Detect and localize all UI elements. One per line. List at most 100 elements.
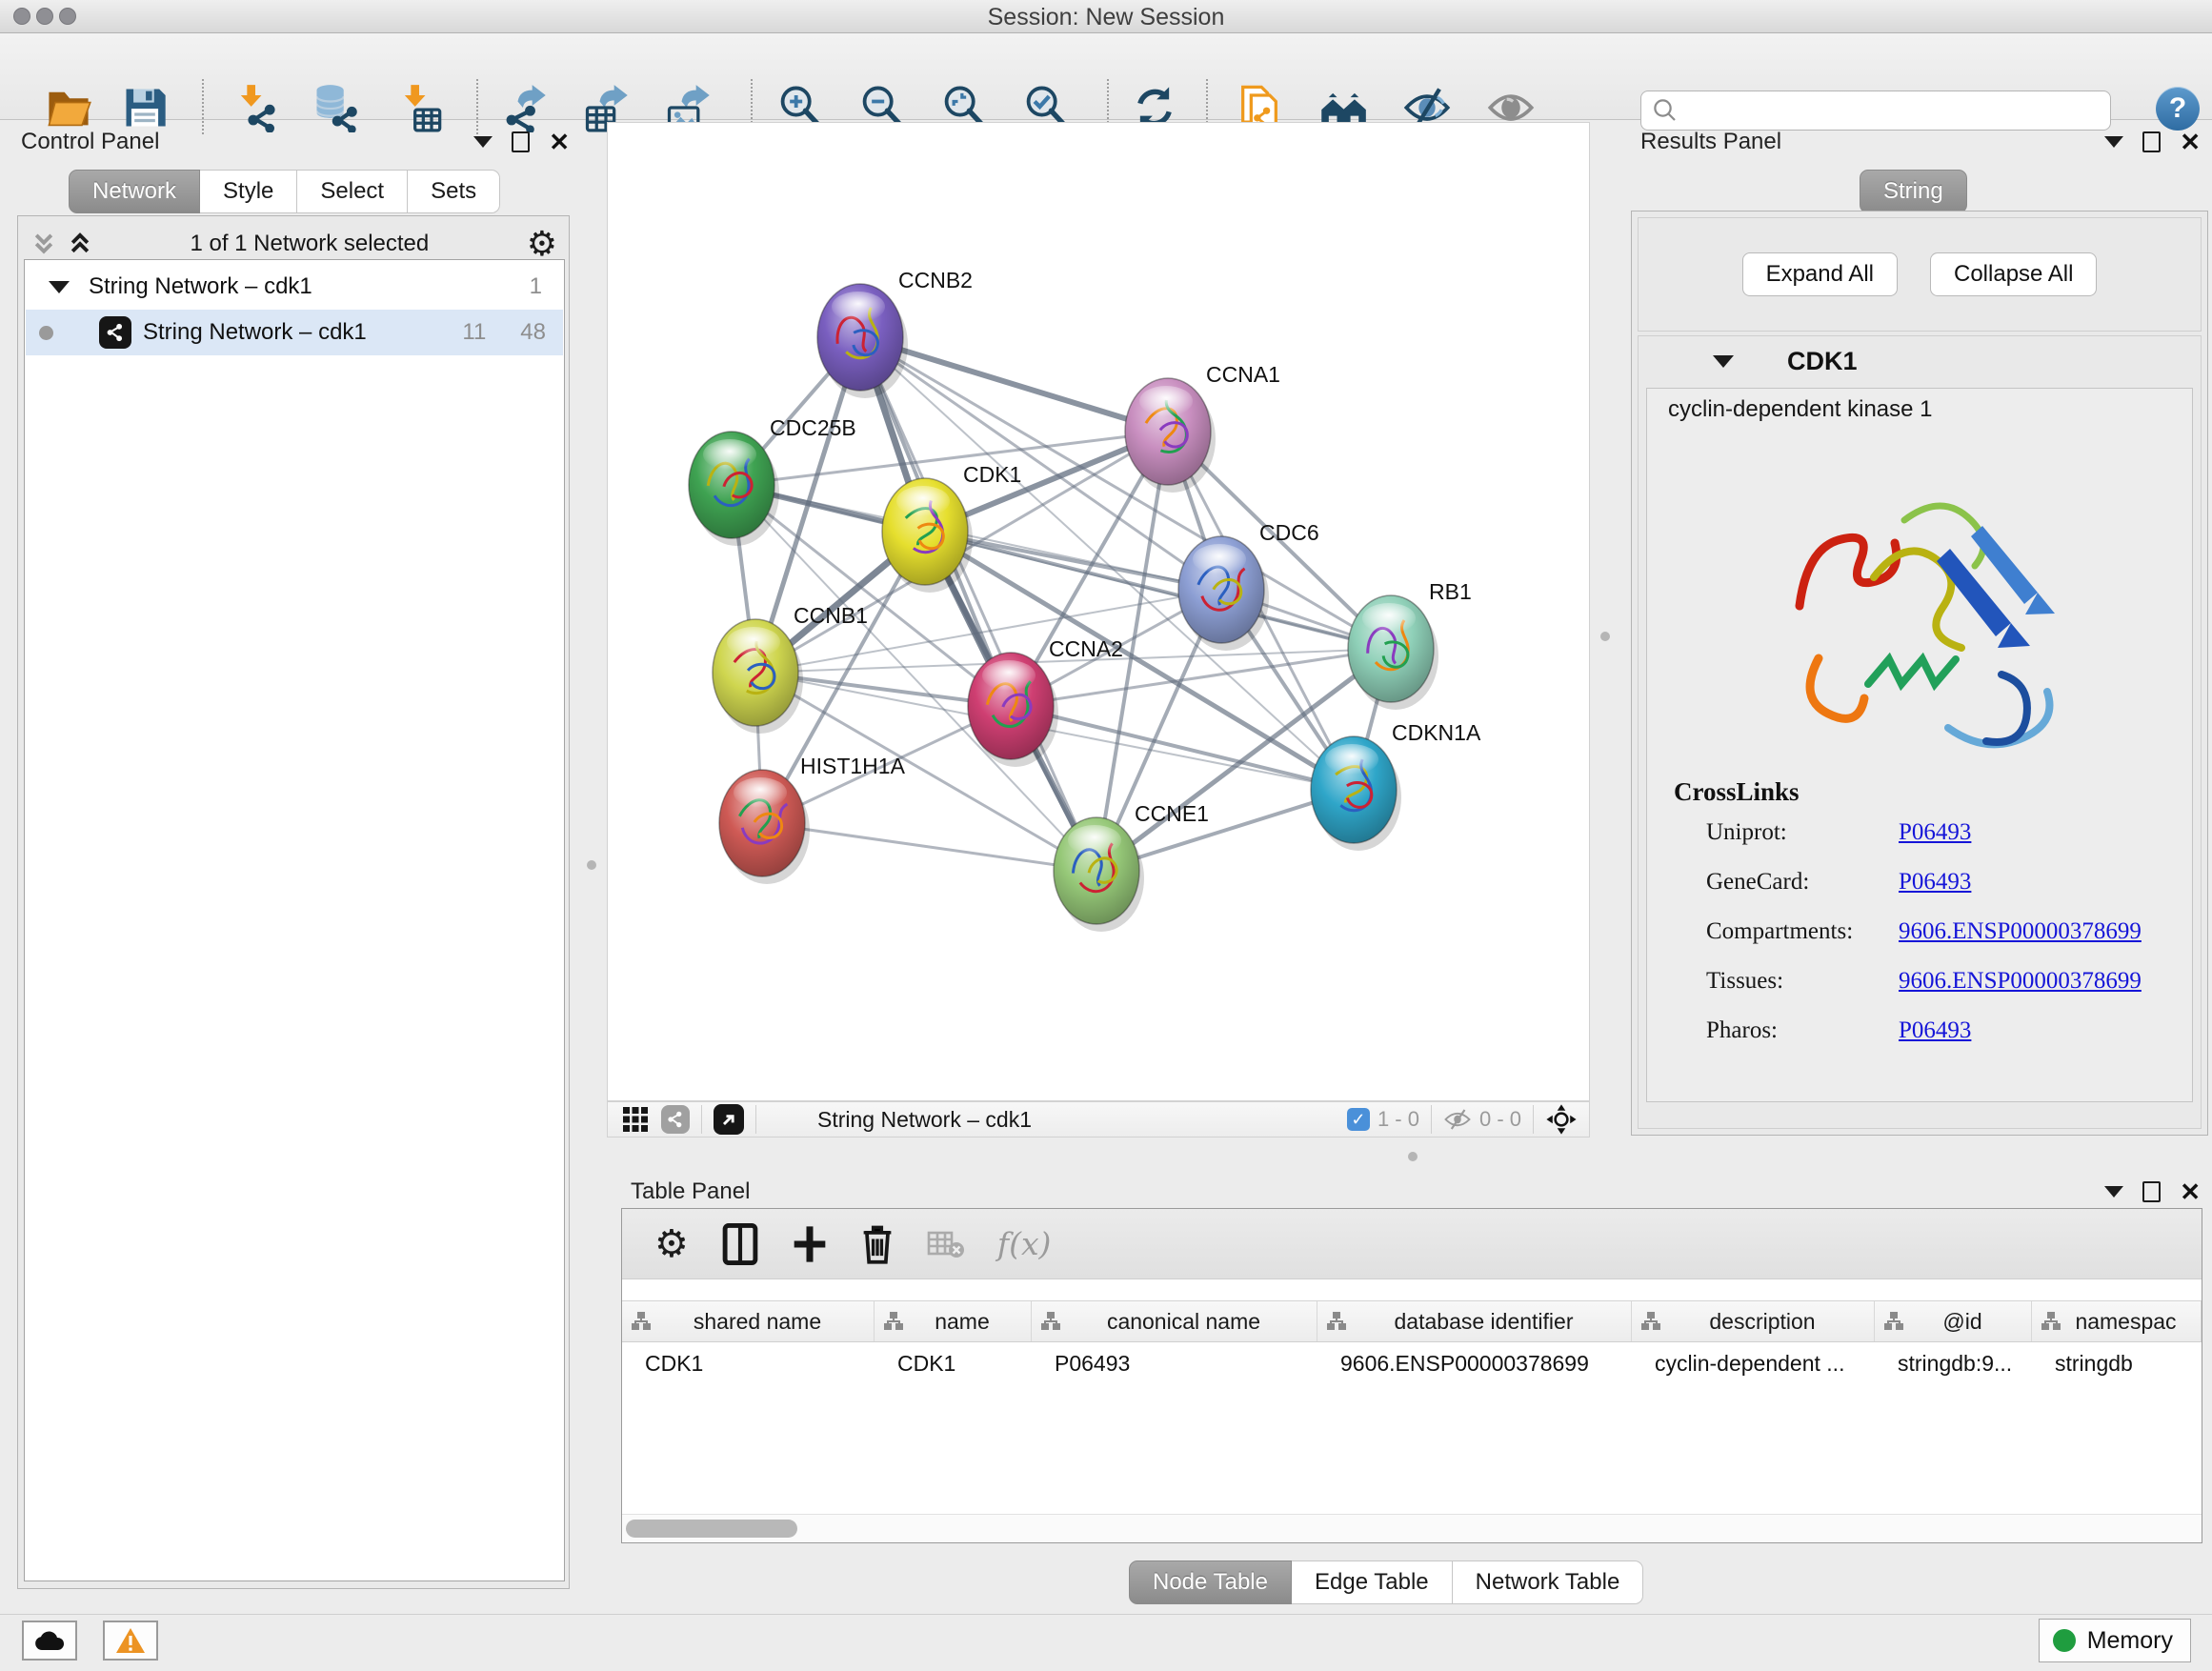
import-network-file-icon[interactable]	[231, 83, 280, 132]
table-header-row: shared namenamecanonical namedatabase id…	[622, 1300, 2202, 1342]
bottom-splitter-handle[interactable]	[1408, 1152, 1418, 1161]
search-input[interactable]	[1685, 94, 2110, 127]
cloud-status-button[interactable]	[22, 1621, 77, 1661]
node-label-CDKN1A: CDKN1A	[1392, 720, 1481, 745]
column-header-1[interactable]: name	[875, 1301, 1032, 1341]
node-label-CCNA1: CCNA1	[1206, 362, 1280, 387]
grid-view-icon[interactable]	[621, 1105, 650, 1134]
search-field[interactable]	[1640, 91, 2111, 131]
table-options-gear-icon[interactable]: ⚙	[654, 1227, 689, 1261]
delete-table-icon-disabled	[927, 1228, 965, 1260]
network-row-selected[interactable]: String Network – cdk1 11 48	[26, 310, 563, 355]
gene-section-header[interactable]: CDK1	[1639, 336, 2201, 386]
tab-node-table[interactable]: Node Table	[1129, 1560, 1292, 1604]
crosslink-label: Tissues:	[1706, 968, 1783, 995]
network-view-toolbar: String Network – cdk1 ✓ 1 - 0 0 - 0	[607, 1101, 1590, 1137]
table-cell-1[interactable]: CDK1	[875, 1342, 1032, 1384]
node-CDC25B[interactable]: CDC25B	[689, 415, 856, 546]
tab-string[interactable]: String	[1860, 170, 1967, 213]
node-CCNB2[interactable]: CCNB2	[817, 268, 973, 398]
network-graph[interactable]: CCNB2 CCNA1 CDC25B CDK1 CDC6	[608, 123, 1589, 1100]
column-header-2[interactable]: canonical name	[1032, 1301, 1317, 1341]
expand-all-button[interactable]: Expand All	[1742, 252, 1898, 296]
uniprot-link[interactable]: P06493	[1899, 819, 1971, 846]
network-canvas[interactable]: CCNB2 CCNA1 CDC25B CDK1 CDC6	[607, 122, 1590, 1101]
edge-CDK1-RB1[interactable]	[925, 532, 1391, 649]
tissues-link[interactable]: 9606.ENSP00000378699	[1899, 968, 2142, 995]
horizontal-scrollbar[interactable]	[622, 1514, 2202, 1542]
table-cell-2[interactable]: P06493	[1032, 1342, 1317, 1384]
node-CDK1[interactable]: CDK1	[882, 462, 1021, 593]
table-cell-6[interactable]: stringdb	[2032, 1342, 2202, 1384]
birdseye-navigator-icon[interactable]	[1545, 1103, 1578, 1136]
close-panel-icon[interactable]: ✕	[2180, 132, 2201, 151]
table-tabs: Node Table Edge Table Network Table	[1129, 1560, 1643, 1604]
collapse-all-button[interactable]: Collapse All	[1930, 252, 2097, 296]
edge-HIST1H1A-CCNE1[interactable]	[762, 823, 1096, 871]
gene-details: cyclin-dependent kinase 1	[1646, 388, 2193, 1102]
network-collection-row[interactable]: String Network – cdk1 1	[26, 264, 563, 310]
tab-sets[interactable]: Sets	[408, 170, 500, 213]
tab-network-table[interactable]: Network Table	[1453, 1560, 1644, 1604]
node-CCNA1[interactable]: CCNA1	[1125, 362, 1280, 493]
edge-CCNB2-CCNE1[interactable]	[860, 337, 1096, 871]
selected-items-checkbox-icon[interactable]: ✓	[1347, 1108, 1370, 1131]
collection-expander-icon[interactable]	[49, 281, 70, 293]
column-header-4[interactable]: description	[1632, 1301, 1875, 1341]
node-CCNE1[interactable]: CCNE1	[1054, 801, 1209, 932]
gene-expander-icon[interactable]	[1713, 355, 1734, 368]
tab-select[interactable]: Select	[297, 170, 408, 213]
network-options-gear-icon[interactable]: ⚙	[527, 227, 557, 261]
table-cell-4[interactable]: cyclin-dependent ...	[1632, 1342, 1875, 1384]
save-session-icon[interactable]	[120, 83, 170, 132]
table-row[interactable]: CDK1CDK1P064939606.ENSP00000378699cyclin…	[622, 1342, 2202, 1384]
import-table-file-icon[interactable]	[394, 83, 444, 132]
table-cell-5[interactable]: stringdb:9...	[1875, 1342, 2032, 1384]
tab-style[interactable]: Style	[200, 170, 297, 213]
table-cell-0[interactable]: CDK1	[622, 1342, 875, 1384]
float-panel-icon[interactable]	[2104, 1186, 2123, 1198]
string-results-box: Expand All Collapse All CDK1 cyclin-depe…	[1631, 211, 2208, 1136]
node-CDKN1A[interactable]: CDKN1A	[1311, 720, 1481, 851]
right-splitter-handle[interactable]	[1600, 632, 1610, 641]
node-CDC6[interactable]: CDC6	[1178, 520, 1319, 651]
help-button[interactable]: ?	[2156, 87, 2200, 131]
scrollbar-thumb[interactable]	[626, 1520, 797, 1538]
node-table-container: ⚙ f(x) shared namenamecanonical namedata…	[621, 1208, 2202, 1543]
maximize-panel-icon[interactable]	[2142, 1181, 2161, 1202]
column-header-6[interactable]: namespac	[2032, 1301, 2202, 1341]
tab-edge-table[interactable]: Edge Table	[1292, 1560, 1453, 1604]
network-edge-count: 48	[520, 319, 546, 346]
maximize-panel-icon[interactable]	[512, 131, 530, 152]
column-header-3[interactable]: database identifier	[1317, 1301, 1632, 1341]
node-label-CCNE1: CCNE1	[1135, 801, 1209, 826]
close-panel-icon[interactable]: ✕	[2180, 1182, 2201, 1201]
detach-view-icon[interactable]	[714, 1104, 744, 1135]
add-column-icon[interactable]	[792, 1224, 828, 1264]
memory-button[interactable]: Memory	[2039, 1619, 2191, 1662]
left-splitter-handle[interactable]	[587, 860, 596, 870]
node-label-HIST1H1A: HIST1H1A	[800, 754, 906, 778]
network-thumbnail-icon[interactable]	[661, 1105, 690, 1134]
compartments-link[interactable]: 9606.ENSP00000378699	[1899, 918, 2142, 945]
open-session-icon[interactable]	[44, 83, 93, 132]
close-panel-icon[interactable]: ✕	[549, 132, 570, 151]
export-network-icon[interactable]	[499, 83, 549, 132]
maximize-panel-icon[interactable]	[2142, 131, 2161, 152]
float-panel-icon[interactable]	[2104, 136, 2123, 148]
expand-all-networks-icon[interactable]	[68, 232, 92, 256]
pharos-link[interactable]: P06493	[1899, 1017, 1971, 1044]
show-columns-icon[interactable]	[721, 1223, 759, 1265]
float-panel-icon[interactable]	[473, 136, 493, 148]
table-cell-3[interactable]: 9606.ENSP00000378699	[1317, 1342, 1632, 1384]
node-HIST1H1A[interactable]: HIST1H1A	[719, 754, 906, 884]
delete-column-icon[interactable]	[860, 1224, 895, 1264]
column-header-5[interactable]: @id	[1875, 1301, 2032, 1341]
node-RB1[interactable]: RB1	[1348, 579, 1472, 710]
column-header-0[interactable]: shared name	[622, 1301, 875, 1341]
import-network-database-icon[interactable]	[311, 83, 360, 132]
warning-status-button[interactable]	[103, 1621, 158, 1661]
tab-network[interactable]: Network	[69, 170, 200, 213]
genecard-link[interactable]: P06493	[1899, 869, 1971, 896]
collapse-all-networks-icon[interactable]	[31, 232, 56, 256]
